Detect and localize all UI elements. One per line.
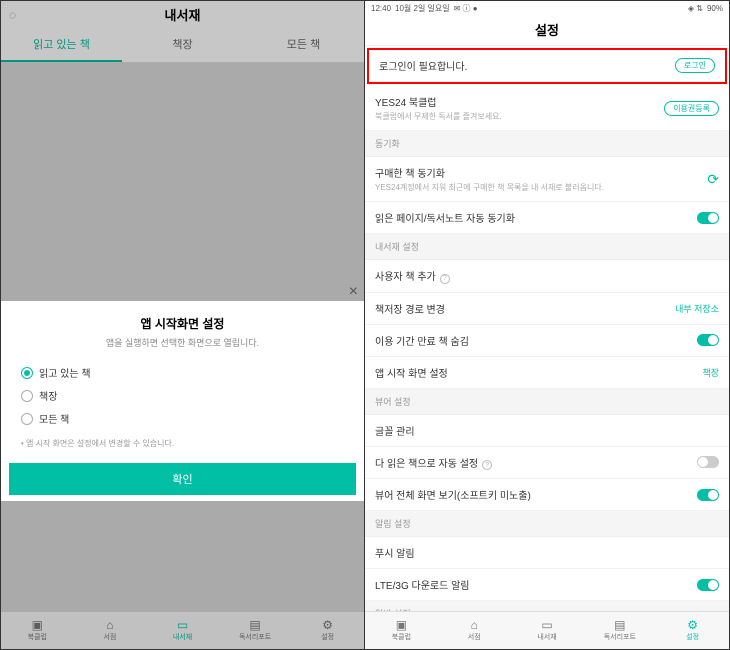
login-row-highlight: 로그인이 필요합니다. 로그인 xyxy=(367,48,727,84)
settings-scroll[interactable]: 로그인이 필요합니다. 로그인 YES24 북클럽 북클럽에서 무제한 독서를 … xyxy=(365,46,729,611)
gear-icon: ⚙ xyxy=(687,619,698,631)
radio-option-all[interactable]: 모든 책 xyxy=(1,407,364,430)
row-fullscreen[interactable]: 뷰어 전체 화면 보기(소프트키 미노출) xyxy=(365,479,729,511)
row-storage[interactable]: 책저장 경로 변경 내부 저장소 xyxy=(365,293,729,325)
settings-title: 설정 xyxy=(365,16,729,46)
radio-icon xyxy=(21,367,33,379)
nav-store[interactable]: ⌂서점 xyxy=(438,612,511,649)
store-icon: ⌂ xyxy=(471,619,478,631)
status-bar: 12:40 10월 2일 일요일 ✉ ⓘ ● ◈ ⇅ 90% xyxy=(365,1,729,16)
nav-library[interactable]: ▭내서재 xyxy=(146,612,219,649)
left-tabs: 읽고 있는 책 책장 모든 책 xyxy=(1,28,364,62)
section-viewer: 뷰어 설정 xyxy=(365,389,729,415)
nav-report[interactable]: ▤독서리포트 xyxy=(219,612,292,649)
section-general: 일반 설정 xyxy=(365,601,729,611)
nav-bookclub[interactable]: ▣북클럽 xyxy=(365,612,438,649)
left-title: 내서재 xyxy=(23,5,342,24)
section-notif: 알림 설정 xyxy=(365,511,729,537)
nav-bookclub[interactable]: ▣북클럽 xyxy=(1,612,74,649)
toggle-next-book[interactable] xyxy=(697,456,719,468)
toggle-lte[interactable] xyxy=(697,579,719,591)
row-font[interactable]: 글꼴 관리 xyxy=(365,415,729,447)
gear-icon: ⚙ xyxy=(322,619,333,631)
close-icon[interactable]: × xyxy=(349,283,358,301)
library-icon: ▭ xyxy=(177,619,188,631)
modal-subtitle: 앱을 실행하면 선택한 화면으로 열립니다. xyxy=(1,332,364,361)
radio-icon xyxy=(21,413,33,425)
nav-store[interactable]: ⌂서점 xyxy=(74,612,147,649)
modal-title: 앱 시작화면 설정 xyxy=(1,301,364,332)
status-time: 12:40 xyxy=(371,4,391,13)
nav-report[interactable]: ▤독서리포트 xyxy=(583,612,656,649)
help-icon[interactable]: ? xyxy=(482,460,492,470)
toggle-fullscreen[interactable] xyxy=(697,489,719,501)
row-user-add[interactable]: 사용자 책 추가? xyxy=(365,260,729,293)
help-icon[interactable]: ? xyxy=(440,274,450,284)
row-start-screen[interactable]: 앱 시작 화면 설정 책장 xyxy=(365,357,729,389)
toggle-page-sync[interactable] xyxy=(697,212,719,224)
bookclub-icon: ▣ xyxy=(396,619,407,631)
bottom-nav-left: ▣북클럽 ⌂서점 ▭내서재 ▤독서리포트 ⚙설정 xyxy=(1,611,364,649)
status-date: 10월 2일 일요일 xyxy=(395,3,450,14)
bell-icon[interactable]: ◌ xyxy=(9,8,23,22)
login-button[interactable]: 로그인 xyxy=(675,58,715,73)
bookclub-register-button[interactable]: 이용권등록 xyxy=(664,101,719,116)
tab-reading[interactable]: 읽고 있는 책 xyxy=(1,28,122,62)
row-push[interactable]: 푸시 알림 xyxy=(365,537,729,569)
confirm-button[interactable]: 확인 xyxy=(9,463,356,495)
wifi-icon: ◈ ⇅ xyxy=(688,4,703,13)
bookclub-row[interactable]: YES24 북클럽 북클럽에서 무제한 독서를 즐겨보세요. 이용권등록 xyxy=(365,86,729,131)
report-icon: ▤ xyxy=(614,619,625,631)
bottom-nav-right: ▣북클럽 ⌂서점 ▭내서재 ▤독서리포트 ⚙설정 xyxy=(365,611,729,649)
tab-shelf[interactable]: 책장 xyxy=(122,28,243,62)
modal-note: • 앱 시작 화면은 설정에서 변경할 수 있습니다. xyxy=(1,430,364,463)
left-header: ◌ 내서재 읽고 있는 책 책장 모든 책 xyxy=(1,1,364,63)
start-screen-modal: × 앱 시작화면 설정 앱을 실행하면 선택한 화면으로 열립니다. 읽고 있는… xyxy=(1,301,364,501)
row-purchased-sync[interactable]: 구매한 책 동기화 YES24계정에서 지워 최근에 구매한 책 목록을 내 서… xyxy=(365,157,729,202)
row-next-book[interactable]: 다 읽은 책으로 자동 설정? xyxy=(365,447,729,480)
library-icon: ▭ xyxy=(541,619,552,631)
nav-settings[interactable]: ⚙설정 xyxy=(291,612,364,649)
radio-option-reading[interactable]: 읽고 있는 책 xyxy=(1,361,364,384)
nav-settings[interactable]: ⚙설정 xyxy=(656,612,729,649)
section-sync: 동기화 xyxy=(365,131,729,157)
sync-icon[interactable]: ⟳ xyxy=(707,171,719,188)
radio-option-shelf[interactable]: 책장 xyxy=(1,384,364,407)
section-library: 내서재 설정 xyxy=(365,234,729,260)
report-icon: ▤ xyxy=(249,619,260,631)
left-body: × 앱 시작화면 설정 앱을 실행하면 선택한 화면으로 열립니다. 읽고 있는… xyxy=(1,63,364,611)
login-msg: 로그인이 필요합니다. xyxy=(379,58,675,73)
tab-all[interactable]: 모든 책 xyxy=(243,28,364,62)
right-panel: 12:40 10월 2일 일요일 ✉ ⓘ ● ◈ ⇅ 90% 설정 로그인이 필… xyxy=(365,1,729,649)
row-lte[interactable]: LTE/3G 다운로드 알림 xyxy=(365,569,729,601)
store-icon: ⌂ xyxy=(106,619,113,631)
toggle-expire[interactable] xyxy=(697,334,719,346)
row-expire-hide[interactable]: 이용 기간 만료 책 숨김 xyxy=(365,325,729,357)
left-panel: ◌ 내서재 읽고 있는 책 책장 모든 책 × 앱 시작화면 설정 앱을 실행하… xyxy=(1,1,365,649)
nav-library[interactable]: ▭내서재 xyxy=(511,612,584,649)
bookclub-icon: ▣ xyxy=(32,619,43,631)
row-page-sync[interactable]: 읽은 페이지/독서노트 자동 동기화 xyxy=(365,202,729,234)
radio-icon xyxy=(21,390,33,402)
status-battery: 90% xyxy=(707,4,723,13)
